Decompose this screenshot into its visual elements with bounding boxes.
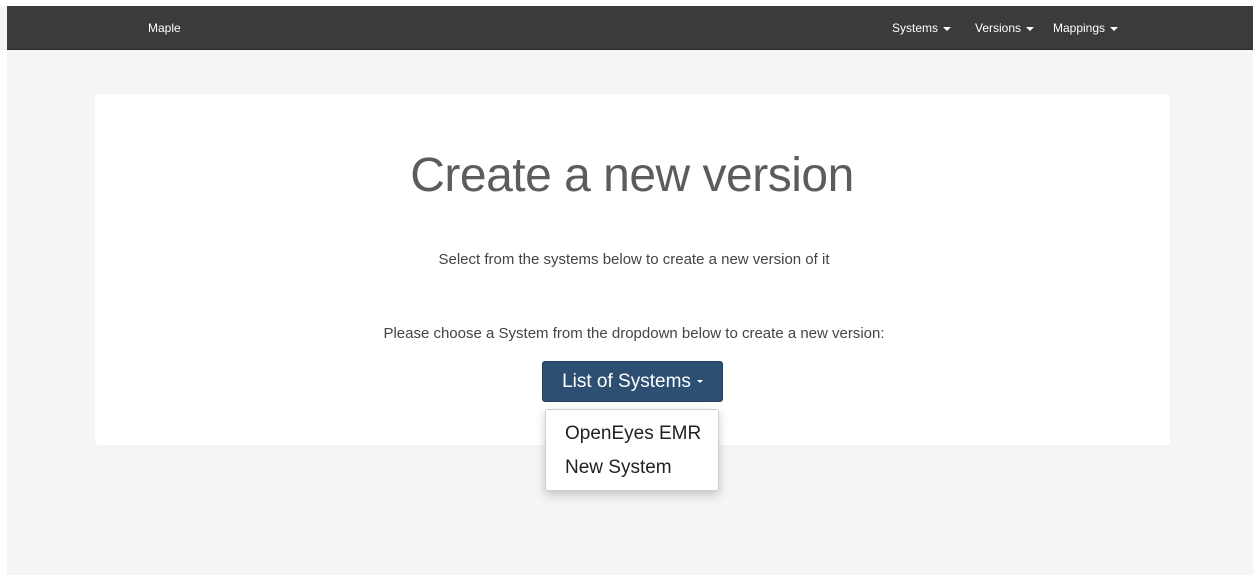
dropdown-option-new-system[interactable]: New System [565,457,672,479]
page-title: Create a new version [410,149,854,202]
top-navbar: Maple Systems Versions Mappings [7,6,1253,50]
brand-link[interactable]: Maple [148,21,181,35]
systems-dropdown-menu: OpenEyes EMR New System [545,409,719,491]
left-edge [0,50,7,575]
caret-down-icon [1110,26,1119,31]
list-of-systems-label: List of Systems [562,371,691,392]
caret-down-icon [943,26,952,31]
list-of-systems-button[interactable]: List of Systems [542,361,723,402]
nav-menu-mappings-label: Mappings [1053,21,1106,35]
nav-menu-versions[interactable]: Versions [975,21,1035,35]
page-subtitle: Select from the systems below to create … [438,251,830,268]
dropdown-option-openeyes-emr[interactable]: OpenEyes EMR [565,423,701,445]
nav-menu-systems-label: Systems [892,21,939,35]
nav-menu-mappings[interactable]: Mappings [1053,21,1119,35]
nav-menu-systems[interactable]: Systems [892,21,952,35]
nav-menu-versions-label: Versions [975,21,1022,35]
caret-down-icon [696,380,703,384]
caret-down-icon [1026,26,1035,31]
instruction-text: Please choose a System from the dropdown… [383,325,885,342]
